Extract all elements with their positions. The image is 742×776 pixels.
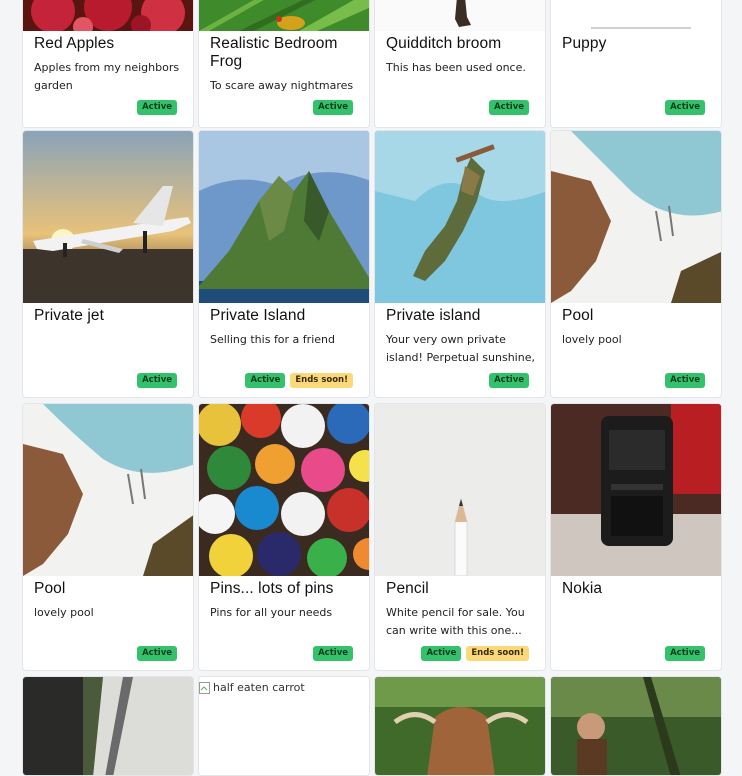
listing-badges: Active [665,646,705,661]
listing-badges: Active [313,646,353,661]
listing-image [375,0,545,31]
listing-title: Pencil [386,580,429,597]
listing-description: Selling this for a friend [210,333,335,346]
status-badge: Active [489,373,529,388]
listing-card[interactable]: Puppy Active [550,0,722,128]
listing-image [199,404,369,576]
listing-badges: Active [137,100,177,115]
listing-badges: Active [489,373,529,388]
listing-title: Quidditch broom [386,35,502,52]
listing-image [551,404,721,576]
listing-title: Realistic Bedroom Frog [210,35,338,70]
status-badge: Active [313,646,353,661]
listing-title: Nokia [562,580,603,597]
listing-description: Pins for all your needs [210,606,333,619]
listing-description: lovely pool [562,333,622,346]
listing-title: Private jet [34,307,105,324]
listing-badges: Active [665,100,705,115]
listing-card[interactable]: Red Apples Apples from my neighbors gard… [22,0,194,128]
listing-image [551,677,721,775]
status-badge: Active [137,100,177,115]
listing-image [375,131,545,303]
listing-title: Pins... lots of pins [210,580,334,597]
broken-image: half eaten carrot [199,681,305,694]
listing-card[interactable]: Private Island Selling this for a friend… [198,130,370,398]
listing-card[interactable]: Nokia Active [550,403,722,671]
status-badge: Active [137,373,177,388]
listing-image [551,0,721,31]
listing-card[interactable] [550,676,722,776]
ends-soon-badge: Ends soon! [466,646,529,661]
listing-badges: Active [665,373,705,388]
listing-badges: Active [137,646,177,661]
listing-description: White pencil for sale. You can write wit… [386,606,525,637]
listing-card[interactable]: Pool lovely pool Active [550,130,722,398]
listing-description: Your very own private island! Perpetual … [386,333,535,364]
listing-badges: Active [489,100,529,115]
listing-card[interactable]: Realistic Bedroom Frog To scare away nig… [198,0,370,128]
ends-soon-badge: Ends soon! [290,373,353,388]
broken-image-alt-text: half eaten carrot [213,681,305,694]
status-badge: Active [665,646,705,661]
listing-badges: Active [313,100,353,115]
listing-card[interactable]: Pins... lots of pins Pins for all your n… [198,403,370,671]
listing-image [199,131,369,303]
status-badge: Active [665,100,705,115]
listing-description: lovely pool [34,606,94,619]
listing-card[interactable]: half eaten carrot [198,676,370,776]
listing-title: Pool [562,307,594,324]
listing-card[interactable]: Pool lovely pool Active [22,403,194,671]
listing-title: Red Apples [34,35,115,52]
listing-description: Apples from my neighbors garden [34,61,180,92]
status-badge: Active [313,100,353,115]
listing-image [551,131,721,303]
listing-card[interactable] [374,676,546,776]
listing-card[interactable] [22,676,194,776]
listing-image [199,0,369,31]
listing-image [375,404,545,576]
status-badge: Active [665,373,705,388]
status-badge: Active [489,100,529,115]
listing-title: Puppy [562,35,607,52]
broken-image-icon [199,681,210,694]
status-badge: Active [137,646,177,661]
listing-badges: Active [137,373,177,388]
status-badge: Active [245,373,286,388]
listing-card[interactable]: Private island Your very own private isl… [374,130,546,398]
listing-description: This has been used once. [386,61,526,74]
listing-card[interactable]: Pencil White pencil for sale. You can wr… [374,403,546,671]
listing-image [23,677,193,775]
listing-title: Private Island [210,307,306,324]
listing-image [23,0,193,31]
status-badge: Active [421,646,462,661]
listing-card[interactable]: Quidditch broom This has been used once.… [374,0,546,128]
listing-badges: Active Ends soon! [421,646,529,661]
listing-image [23,404,193,576]
listing-title: Pool [34,580,66,597]
listing-image [23,131,193,303]
listing-description: To scare away nightmares [210,79,354,92]
listing-card[interactable]: Private jet Active [22,130,194,398]
listing-badges: Active Ends soon! [245,373,353,388]
listing-title: Private island [386,307,481,324]
listing-image [375,677,545,775]
